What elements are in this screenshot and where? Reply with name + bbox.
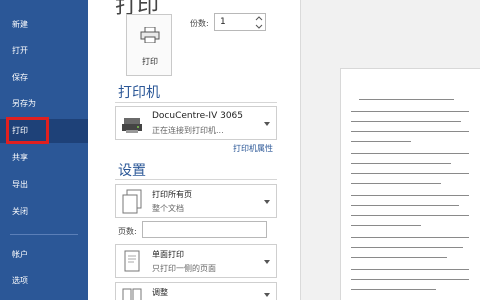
collate-main: 调整 [152,288,168,297]
copies-label: 份数: [190,19,209,28]
chevron-down-icon[interactable] [254,23,264,30]
printer-device-icon [122,118,142,133]
duplex-dropdown[interactable]: 单面打印 只打印一侧的页面 [115,244,277,278]
duplex-sub: 只打印一侧的页面 [152,264,216,273]
printer-properties-link[interactable]: 打印机属性 [233,143,273,154]
settings-section-rule [115,179,277,180]
sidebar-item-new[interactable]: 新建 [0,13,88,37]
sidebar-item-export[interactable]: 导出 [0,173,88,197]
print-button[interactable]: 打印 [126,14,172,76]
settings-section-title: 设置 [118,163,146,179]
duplex-main: 单面打印 [152,250,184,259]
preview-text-line [351,153,469,154]
preview-text-line [359,99,454,100]
preview-text-line [351,111,469,112]
printer-dropdown[interactable]: DocuCentre-IV 3065 正在连接到打印机... [115,106,277,140]
printer-name: DocuCentre-IV 3065 [152,111,244,121]
preview-text-line [351,289,436,290]
preview-text-line [351,183,441,184]
chevron-down-icon [264,260,270,264]
preview-text-line [351,215,469,216]
collate-icon [122,288,142,300]
collate-dropdown[interactable]: 调整 [115,282,277,300]
printer-icon [140,27,160,43]
preview-text-line [351,247,463,248]
preview-text-line [351,131,469,132]
printer-section-rule [115,102,277,103]
sidebar-item-close[interactable]: 关闭 [0,200,88,224]
chevron-down-icon [264,200,270,204]
print-button-label: 打印 [142,57,158,66]
sidebar-item-save[interactable]: 保存 [0,66,88,90]
printer-section-title: 打印机 [118,85,160,101]
preview-text-line [351,257,447,258]
print-range-dropdown[interactable]: 打印所有页 整个文档 [115,184,277,218]
preview-text-line [351,121,461,122]
preview-text-line [351,195,469,196]
pages-input[interactable] [142,221,267,238]
preview-text-line [351,279,469,280]
single-sided-icon [124,250,140,272]
chevron-down-icon [264,293,270,297]
preview-text-line [351,225,421,226]
copies-stepper[interactable]: 1 [214,13,266,31]
pages-label: 页数: [118,227,137,236]
print-range-sub: 整个文档 [152,204,184,213]
preview-text-line [351,163,451,164]
pages-icon [122,189,142,214]
preview-text-line [351,173,469,174]
chevron-up-icon[interactable] [254,15,264,22]
sidebar-item-share[interactable]: 共享 [0,146,88,170]
sidebar-item-save-as[interactable]: 另存为 [0,92,88,116]
preview-text-line [351,237,469,238]
preview-text-line [351,269,469,270]
highlight-box [6,117,49,144]
preview-text-line [351,141,411,142]
sidebar-item-account[interactable]: 帐户 [0,243,88,267]
copies-value: 1 [220,17,226,27]
printer-status: 正在连接到打印机... [152,126,224,135]
sidebar-item-options[interactable]: 选项 [0,269,88,293]
sidebar-item-open[interactable]: 打开 [0,39,88,63]
backstage-sidebar: 新建 打开 保存 另存为 打印 共享 导出 关闭 帐户 选项 [0,0,88,300]
preview-page [340,68,480,300]
chevron-down-icon [264,122,270,126]
sidebar-divider [10,234,78,235]
preview-text-line [351,205,459,206]
preview-divider [300,0,301,300]
print-range-main: 打印所有页 [152,190,192,199]
